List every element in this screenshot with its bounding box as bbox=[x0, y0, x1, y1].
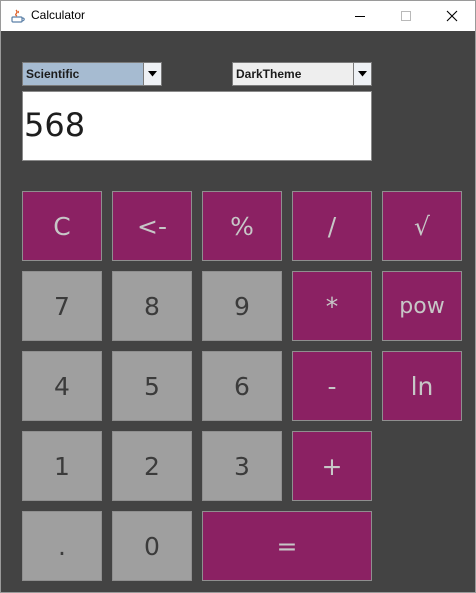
theme-selector-value: DarkTheme bbox=[233, 63, 353, 85]
digit-3-button[interactable]: 3 bbox=[202, 431, 282, 501]
plus-button[interactable]: + bbox=[292, 431, 372, 501]
window-title: Calculator bbox=[31, 8, 86, 22]
calculator-panel: Scientific DarkTheme 568 C <- % / √ 7 8 … bbox=[1, 31, 475, 592]
mode-selector-value: Scientific bbox=[23, 63, 143, 85]
multiply-button[interactable]: * bbox=[292, 271, 372, 341]
mode-dropdown-arrow[interactable] bbox=[143, 63, 161, 85]
minimize-button[interactable] bbox=[337, 1, 383, 31]
theme-dropdown-arrow[interactable] bbox=[353, 63, 371, 85]
digit-7-button[interactable]: 7 bbox=[22, 271, 102, 341]
percent-button[interactable]: % bbox=[202, 191, 282, 261]
digit-9-button[interactable]: 9 bbox=[202, 271, 282, 341]
mode-selector[interactable]: Scientific bbox=[22, 62, 162, 86]
digit-8-button[interactable]: 8 bbox=[112, 271, 192, 341]
equals-button[interactable]: = bbox=[202, 511, 372, 581]
sqrt-button[interactable]: √ bbox=[382, 191, 462, 261]
maximize-button[interactable] bbox=[383, 1, 429, 31]
digit-0-button[interactable]: 0 bbox=[112, 511, 192, 581]
minimize-icon bbox=[355, 15, 365, 17]
pow-button[interactable]: pow bbox=[382, 271, 462, 341]
backspace-button[interactable]: <- bbox=[112, 191, 192, 261]
java-app-icon bbox=[11, 9, 25, 23]
theme-selector[interactable]: DarkTheme bbox=[232, 62, 372, 86]
digit-1-button[interactable]: 1 bbox=[22, 431, 102, 501]
chevron-down-icon bbox=[148, 71, 157, 77]
clear-button[interactable]: C bbox=[22, 191, 102, 261]
divide-button[interactable]: / bbox=[292, 191, 372, 261]
close-button[interactable] bbox=[429, 1, 475, 31]
ln-button[interactable]: ln bbox=[382, 351, 462, 421]
result-display[interactable]: 568 bbox=[22, 91, 372, 161]
maximize-icon bbox=[401, 11, 411, 21]
close-icon bbox=[446, 10, 458, 22]
calculator-window: Calculator Scientific DarkTheme 568 C <-… bbox=[0, 0, 476, 593]
digit-4-button[interactable]: 4 bbox=[22, 351, 102, 421]
digit-5-button[interactable]: 5 bbox=[112, 351, 192, 421]
decimal-point-button[interactable]: . bbox=[22, 511, 102, 581]
minus-button[interactable]: - bbox=[292, 351, 372, 421]
title-bar: Calculator bbox=[1, 1, 475, 31]
digit-2-button[interactable]: 2 bbox=[112, 431, 192, 501]
chevron-down-icon bbox=[358, 71, 367, 77]
digit-6-button[interactable]: 6 bbox=[202, 351, 282, 421]
